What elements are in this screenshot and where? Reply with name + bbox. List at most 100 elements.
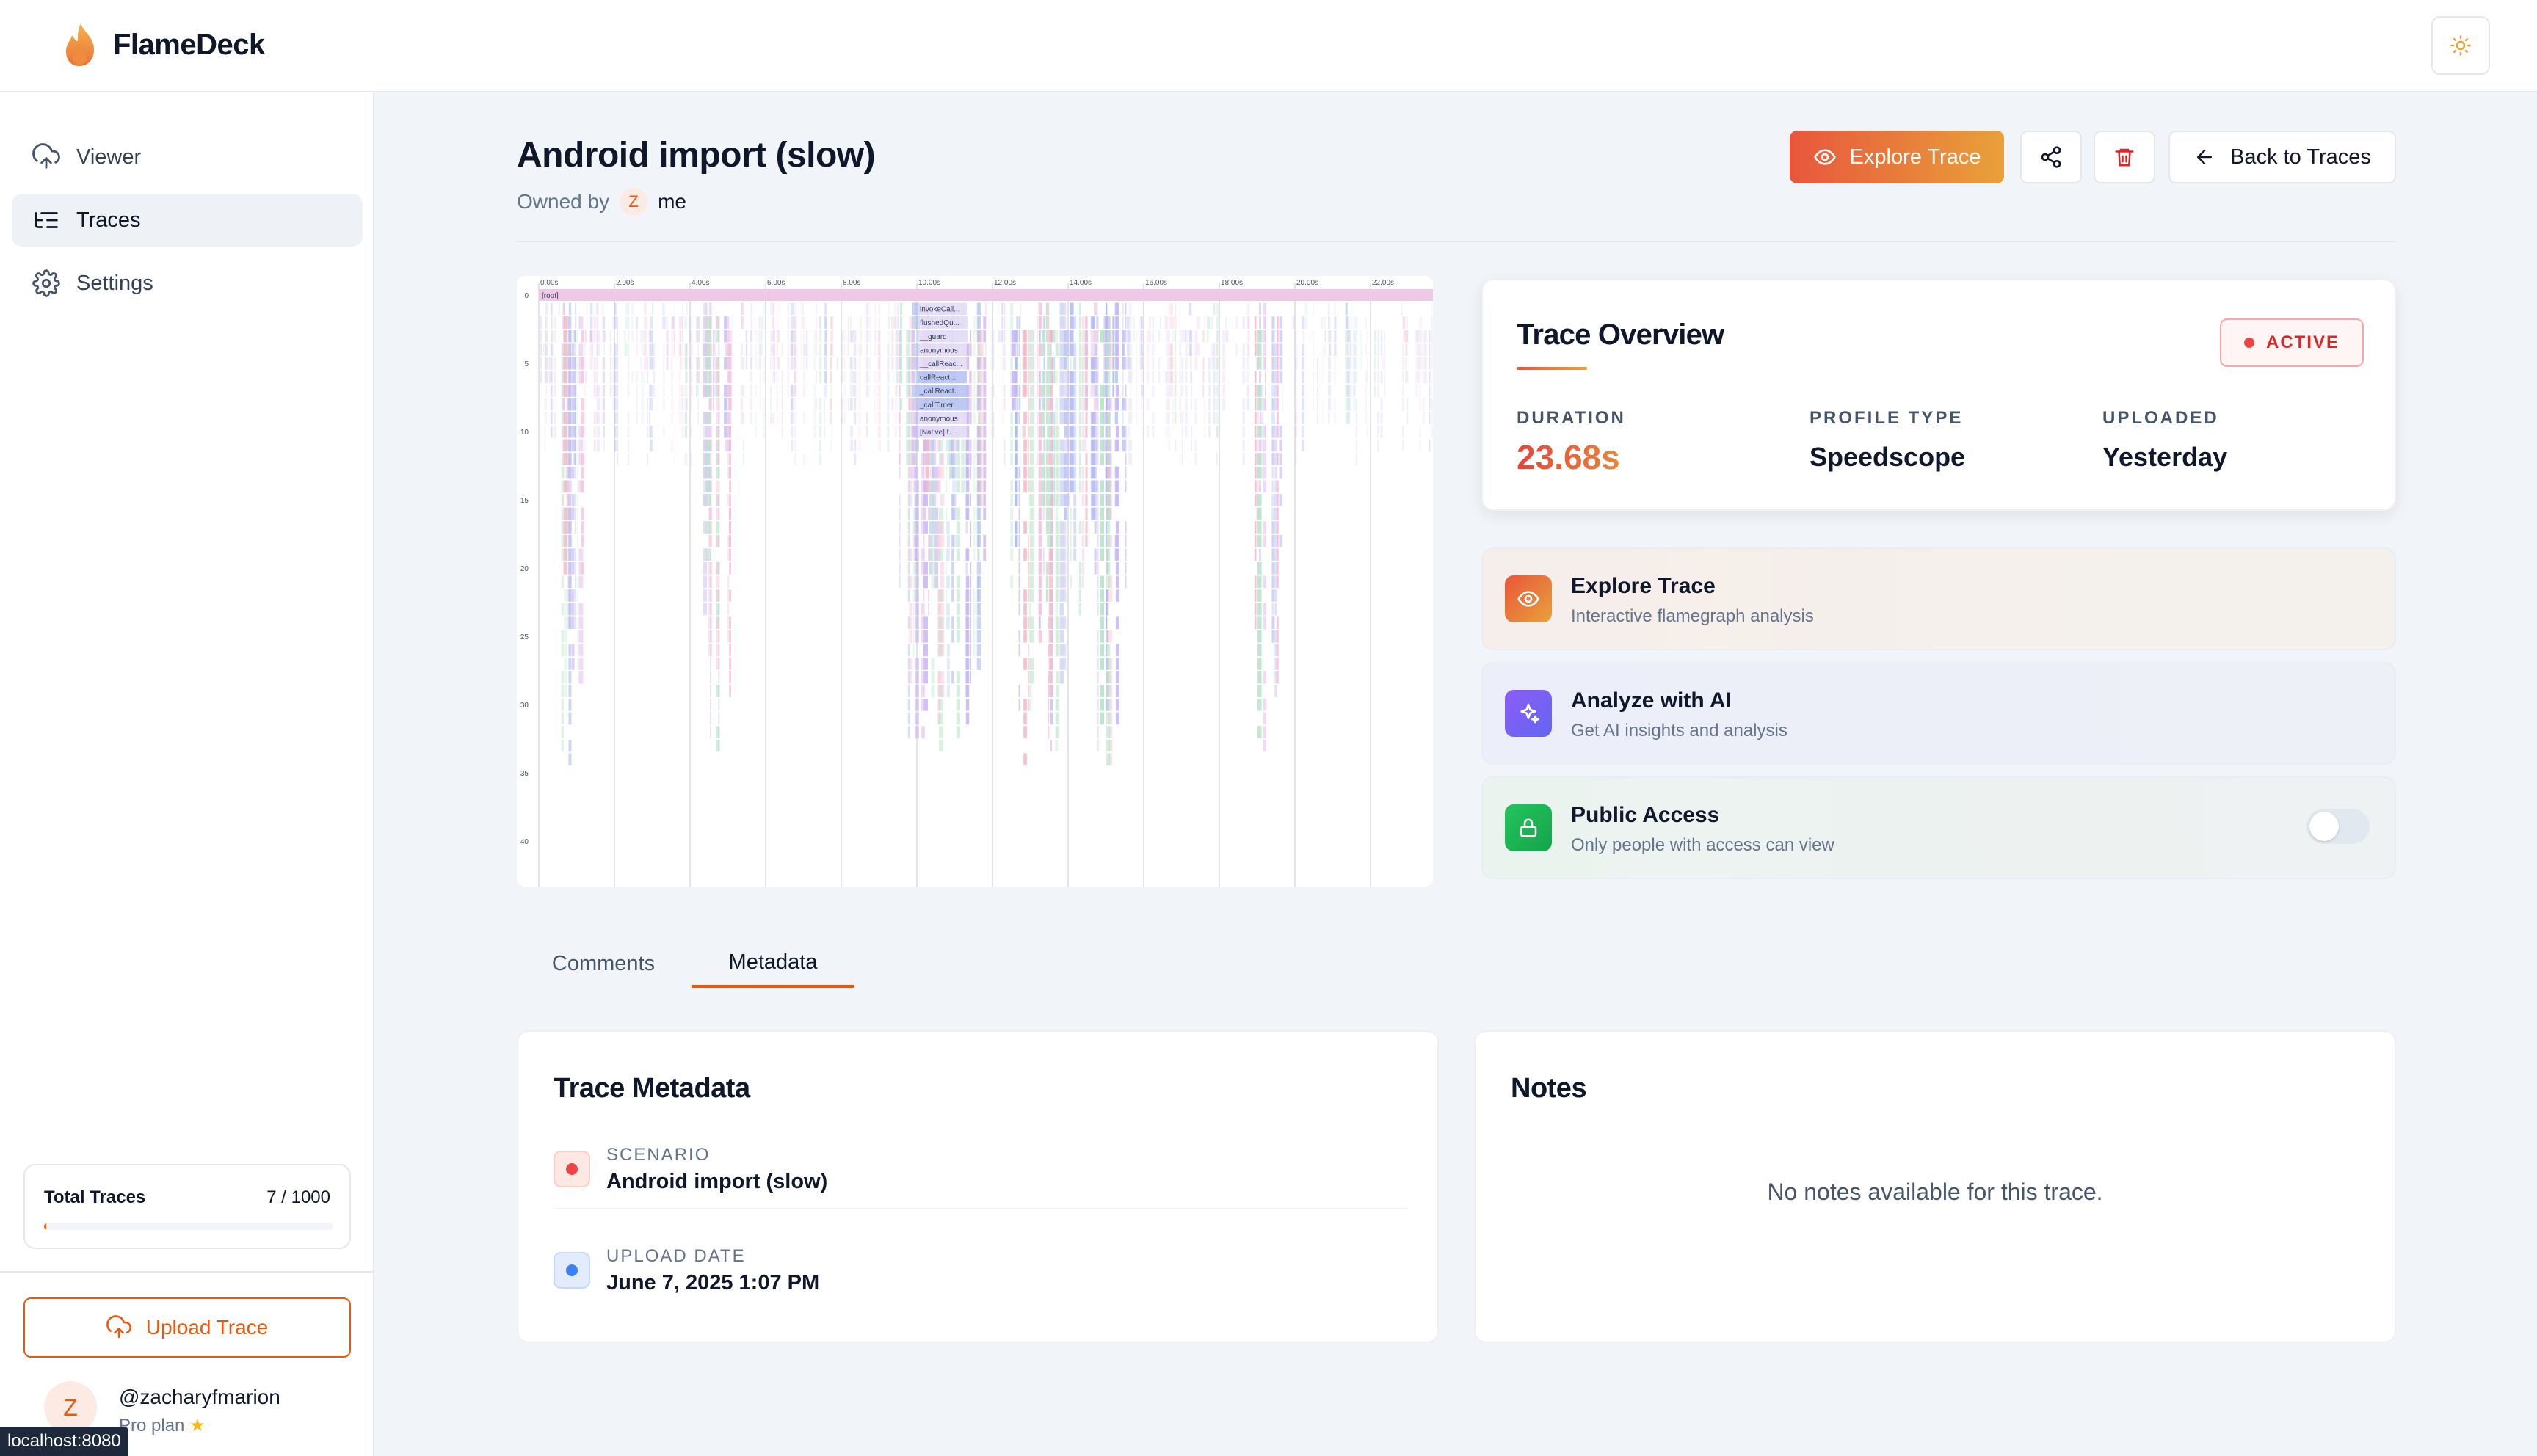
flamegraph-preview[interactable]: 0.00s 2.00s 4.00s 6.00s 8.00s 10.00s 12.00s 14.… bbox=[517, 276, 1433, 887]
flame-frame bbox=[906, 453, 910, 465]
tab-metadata[interactable]: Metadata bbox=[692, 939, 854, 988]
flame-frame bbox=[627, 330, 630, 343]
tab-comments[interactable]: Comments bbox=[517, 939, 690, 988]
flame-frame bbox=[1194, 439, 1197, 452]
flame-frame bbox=[729, 616, 731, 629]
flame-frame bbox=[1125, 357, 1127, 370]
flame-frame bbox=[614, 398, 617, 411]
flame-frame bbox=[917, 466, 919, 479]
flame-frame bbox=[729, 466, 731, 479]
flame-frame bbox=[762, 302, 766, 316]
flame-frame bbox=[899, 426, 901, 438]
flame-frame bbox=[820, 398, 822, 411]
analyze-with-ai-card[interactable]: Analyze with AI Get AI insights and anal… bbox=[1481, 662, 2396, 765]
flame-frame bbox=[970, 603, 972, 616]
flame-frame bbox=[1165, 398, 1169, 411]
flame-frame bbox=[1281, 330, 1282, 343]
flame-frame bbox=[1097, 426, 1099, 438]
flame-frame bbox=[650, 398, 653, 411]
flame-frame bbox=[921, 658, 925, 670]
flame-frame bbox=[714, 330, 716, 343]
flame-frame bbox=[899, 412, 901, 424]
flame-frame bbox=[802, 330, 805, 343]
flame-frame bbox=[1152, 330, 1154, 343]
flame-frame bbox=[1316, 371, 1318, 384]
flame-frame bbox=[716, 494, 720, 506]
flame-frame bbox=[894, 316, 896, 329]
flame-frame bbox=[870, 357, 871, 370]
flame-frame bbox=[899, 385, 901, 397]
flame-frame bbox=[1419, 371, 1422, 384]
share-button[interactable] bbox=[2020, 131, 2082, 183]
flame-frame bbox=[1295, 357, 1297, 370]
flame-frame bbox=[1274, 562, 1277, 575]
flame-frame bbox=[956, 616, 960, 629]
flame-frame bbox=[727, 630, 730, 643]
flame-frame bbox=[793, 330, 794, 343]
flame-frame bbox=[1329, 385, 1332, 397]
flame-frame bbox=[938, 712, 943, 725]
flame-frame bbox=[1242, 316, 1245, 329]
flame-frame bbox=[1108, 398, 1111, 411]
flame-frame bbox=[887, 371, 890, 384]
flame-frame bbox=[1276, 330, 1279, 343]
flame-frame bbox=[874, 412, 876, 424]
flame-frame bbox=[568, 589, 572, 602]
flame-frame bbox=[1431, 385, 1433, 397]
flame-frame bbox=[705, 548, 711, 561]
flame-frame bbox=[1106, 616, 1108, 629]
back-to-traces-button[interactable]: Back to Traces bbox=[2168, 131, 2396, 183]
delete-button[interactable] bbox=[2094, 131, 2155, 183]
upload-trace-button[interactable]: Upload Trace bbox=[23, 1297, 351, 1358]
flame-frame bbox=[1282, 385, 1283, 397]
flame-frame bbox=[1011, 398, 1016, 411]
flame-frame bbox=[1028, 562, 1029, 575]
flame-frame bbox=[1028, 548, 1029, 561]
flame-frame bbox=[1073, 466, 1077, 479]
flame-frame bbox=[978, 385, 983, 397]
flame-frame bbox=[1122, 412, 1124, 424]
flame-frame bbox=[1112, 330, 1115, 343]
sidebar-item-traces[interactable]: Traces bbox=[12, 194, 363, 247]
public-access-toggle[interactable] bbox=[2306, 809, 2370, 844]
flame-frame bbox=[1023, 699, 1027, 711]
flame-frame bbox=[584, 439, 586, 452]
app-logo[interactable]: FlameDeck bbox=[62, 22, 265, 68]
flame-frame bbox=[1125, 426, 1127, 438]
flame-frame bbox=[1091, 316, 1095, 329]
flame-frame bbox=[1130, 371, 1133, 384]
flame-frame bbox=[802, 371, 805, 384]
flame-frame bbox=[1070, 480, 1074, 492]
flame-frame bbox=[791, 426, 794, 438]
flame-frame bbox=[1015, 412, 1018, 424]
app-name: FlameDeck bbox=[113, 28, 265, 61]
flame-frame bbox=[952, 494, 957, 506]
flame-frame bbox=[1010, 534, 1014, 547]
flame-frame bbox=[1301, 412, 1304, 424]
theme-toggle-button[interactable] bbox=[2431, 16, 2490, 75]
explore-trace-button[interactable]: Explore Trace bbox=[1790, 131, 2004, 183]
flame-frame bbox=[1078, 562, 1081, 575]
flame-frame bbox=[1038, 589, 1042, 602]
flame-frame bbox=[1165, 371, 1169, 384]
flame-frame bbox=[1235, 316, 1238, 329]
flame-frame bbox=[1172, 371, 1175, 384]
flame-frame bbox=[965, 548, 968, 561]
flame-frame bbox=[824, 343, 827, 356]
flame-frame bbox=[1128, 412, 1130, 424]
flame-frame bbox=[568, 521, 572, 534]
flame-frame bbox=[940, 562, 945, 575]
flame-frame bbox=[703, 603, 708, 616]
flame-frame bbox=[1355, 453, 1357, 465]
flame-frame bbox=[1045, 302, 1048, 316]
flame-frame bbox=[1056, 466, 1059, 479]
flame-frame bbox=[1130, 412, 1133, 424]
flame-frame bbox=[946, 521, 950, 534]
flame-frame bbox=[1377, 385, 1379, 397]
explore-trace-card[interactable]: Explore Trace Interactive flamegraph ana… bbox=[1481, 547, 2396, 650]
sidebar-item-viewer[interactable]: Viewer bbox=[12, 131, 363, 183]
sidebar-item-settings[interactable]: Settings bbox=[12, 257, 363, 310]
flame-frame bbox=[1028, 480, 1029, 492]
flame-frame bbox=[1100, 699, 1105, 711]
flame-frame bbox=[824, 412, 825, 424]
